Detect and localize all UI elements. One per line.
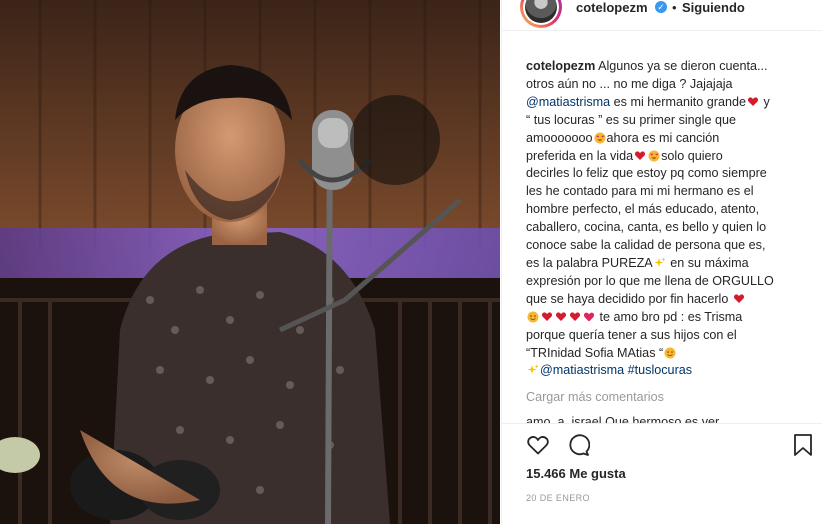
- caption-line: Algunos ya se dieron cuenta...: [598, 59, 768, 73]
- header-separator: •: [672, 0, 677, 15]
- load-more-comments-link[interactable]: Cargar más comentarios: [526, 390, 664, 404]
- sparkles-emoji-icon: [527, 364, 539, 375]
- caption-line: expresión por lo que me llena de ORGULLO: [526, 273, 774, 288]
- comment-bubble-icon[interactable]: [566, 433, 590, 457]
- post-date[interactable]: 20 DE ENERO: [526, 493, 590, 503]
- following-button[interactable]: Siguiendo: [682, 0, 745, 15]
- heart-exclamation-emoji-icon: [541, 312, 553, 321]
- post-caption: cotelopezm Algunos ya se dieron cuenta..…: [526, 58, 806, 380]
- caption-line: otros aún no ... no me diga ? Jajajaja: [526, 76, 733, 91]
- caption-text: que se haya decidido por fin hacerlo: [526, 291, 729, 306]
- caption-line: les he contado para mi mi hermano es el: [526, 184, 754, 199]
- caption-text: es la palabra PUREZA: [526, 255, 653, 270]
- heart-exclamation-emoji-icon: [569, 312, 581, 321]
- caption-line: “ tus locuras ” es su primer single que: [526, 112, 736, 127]
- likes-count[interactable]: 15.466 Me gusta: [526, 466, 626, 481]
- bookmark-icon[interactable]: [792, 433, 814, 457]
- caption-username[interactable]: cotelopezm: [526, 59, 595, 73]
- caption-line: conoce sabe la calidad de persona que es…: [526, 238, 766, 253]
- caption-text: solo quiero: [661, 148, 723, 163]
- heart-eyes-emoji-icon: [648, 150, 660, 162]
- comment-partial: amo_a_israel Que hermoso es ver: [526, 415, 720, 423]
- mention-link[interactable]: @matiastrisma: [526, 95, 610, 109]
- post-header: cotelopezm ✓ • Siguiendo: [502, 0, 822, 31]
- caption-line: hombre perfecto, el más educado, atento,: [526, 202, 760, 217]
- divider: [502, 423, 822, 424]
- smiling-face-emoji-icon: [664, 347, 676, 358]
- heart-eyes-emoji-icon: [594, 132, 606, 144]
- caption-line: decirles lo feliz que estoy pq como siem…: [526, 166, 767, 181]
- caption-text: preferida en la vida: [526, 148, 634, 163]
- username-link[interactable]: cotelopezm: [576, 0, 648, 15]
- studio-photo-illustration: [0, 0, 500, 524]
- heart-icon[interactable]: [526, 433, 550, 457]
- caption-text: es mi hermanito grande: [610, 94, 746, 109]
- verified-badge-icon: ✓: [655, 1, 667, 13]
- caption-line: caballero, cocina, canta, es bello y qui…: [526, 220, 767, 235]
- caption-text: ahora es mi canción: [606, 130, 720, 145]
- caption-text: en su máxima: [666, 255, 749, 270]
- heart-exclamation-emoji-icon: [635, 150, 646, 160]
- caption-line: porque quería tener a sus hijos con el: [526, 327, 737, 342]
- mention-hashtag-links[interactable]: @matiastrisma #tuslocuras: [540, 363, 692, 377]
- heart-exclamation-emoji-icon: [733, 294, 744, 303]
- avatar[interactable]: [520, 0, 562, 28]
- heart-exclamation-emoji-icon: [747, 97, 759, 106]
- heart-exclamation-emoji-icon: [555, 312, 567, 321]
- caption-text: amooooooo: [526, 130, 593, 145]
- post-photo[interactable]: [0, 0, 500, 524]
- caption-text: te amo bro pd : es Trisma: [599, 309, 743, 324]
- red-heart-emoji-icon: [583, 312, 595, 322]
- caption-text: y: [759, 94, 770, 109]
- caption-text: “TRInidad Sofia MAtias “: [526, 345, 664, 360]
- sparkles-emoji-icon: [654, 257, 666, 267]
- post-side-panel: cotelopezm ✓ • Siguiendo cotelopezm Algu…: [501, 0, 822, 524]
- smiling-face-emoji-icon: [527, 311, 539, 323]
